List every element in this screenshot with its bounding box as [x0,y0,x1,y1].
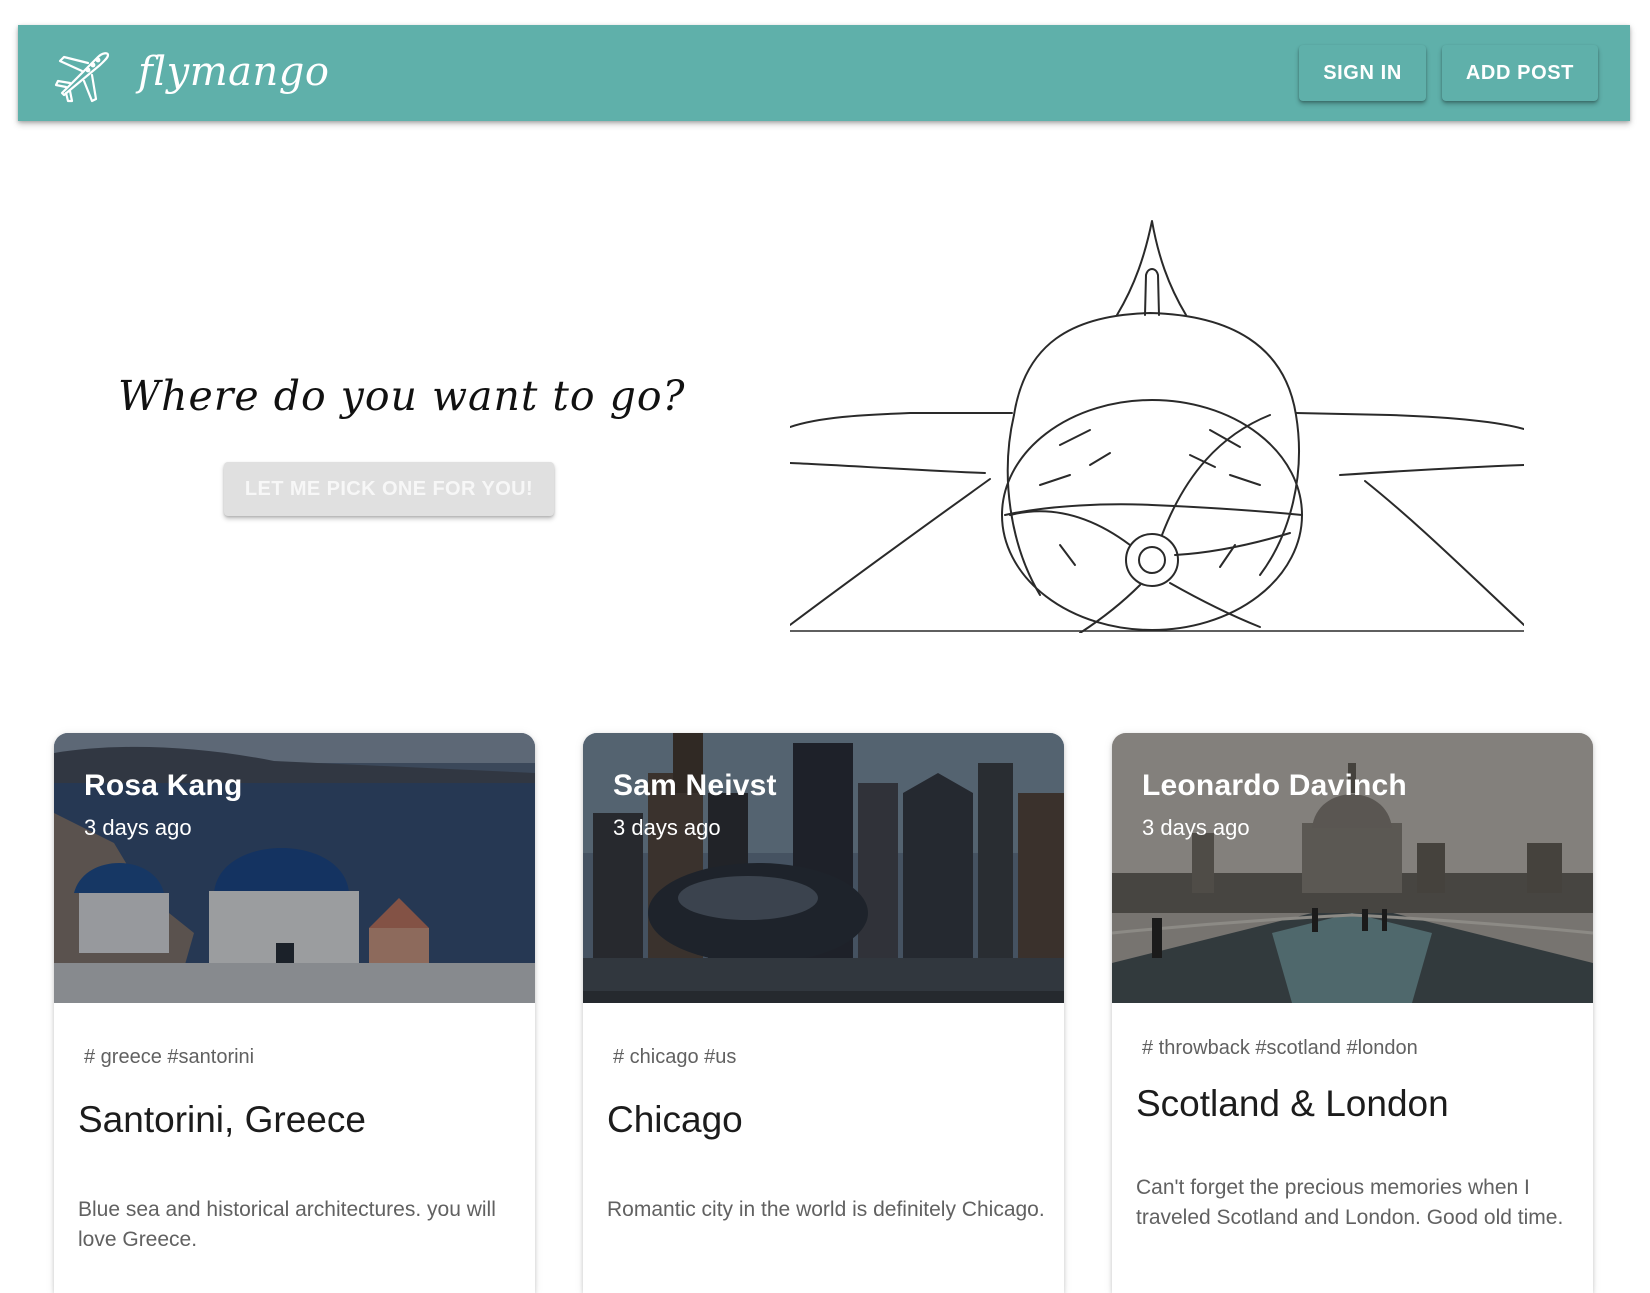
airplane-sketch-illustration [790,220,1524,633]
post-title: Chicago [607,1099,743,1140]
brand[interactable]: flymango [52,43,329,103]
post-card[interactable]: Sam Neivst 3 days ago # chicago #us Chic… [583,733,1064,1293]
post-date: 3 days ago [613,815,721,840]
post-image[interactable]: Leonardo Davinch 3 days ago [1112,733,1593,1003]
post-image[interactable]: Rosa Kang 3 days ago [54,733,535,1003]
hero-heading: Where do you want to go? [118,372,686,420]
post-author: Rosa Kang [84,769,243,802]
post-card[interactable]: Rosa Kang 3 days ago # greece #santorini… [54,733,535,1293]
brand-name: flymango [138,49,330,95]
airplane-icon [54,52,110,103]
post-date: 3 days ago [1142,815,1250,840]
sign-in-button[interactable]: SIGN IN [1299,45,1426,101]
post-date: 3 days ago [84,815,192,840]
post-description: Romantic city in the world is definitely… [607,1198,1045,1221]
post-tags: # throwback #scotland #london [1142,1037,1418,1059]
app-bar: flymango SIGN IN ADD POST [18,25,1630,121]
post-description: Blue sea and historical architectures. y… [78,1198,496,1251]
post-description: Can't forget the precious memories when … [1136,1176,1564,1229]
add-post-button[interactable]: ADD POST [1441,45,1598,101]
appbar-actions: SIGN IN ADD POST [1299,45,1598,101]
post-author: Sam Neivst [613,769,777,802]
post-title: Santorini, Greece [78,1099,366,1140]
post-tags: # greece #santorini [84,1046,255,1068]
pick-destination-button[interactable]: LET ME PICK ONE FOR YOU! [224,462,554,516]
post-image[interactable]: Sam Neivst 3 days ago [583,733,1064,1003]
post-tags: # chicago #us [613,1046,737,1068]
post-title: Scotland & London [1136,1083,1449,1124]
post-card[interactable]: Leonardo Davinch 3 days ago # throwback … [1112,733,1593,1293]
post-author: Leonardo Davinch [1142,769,1407,802]
